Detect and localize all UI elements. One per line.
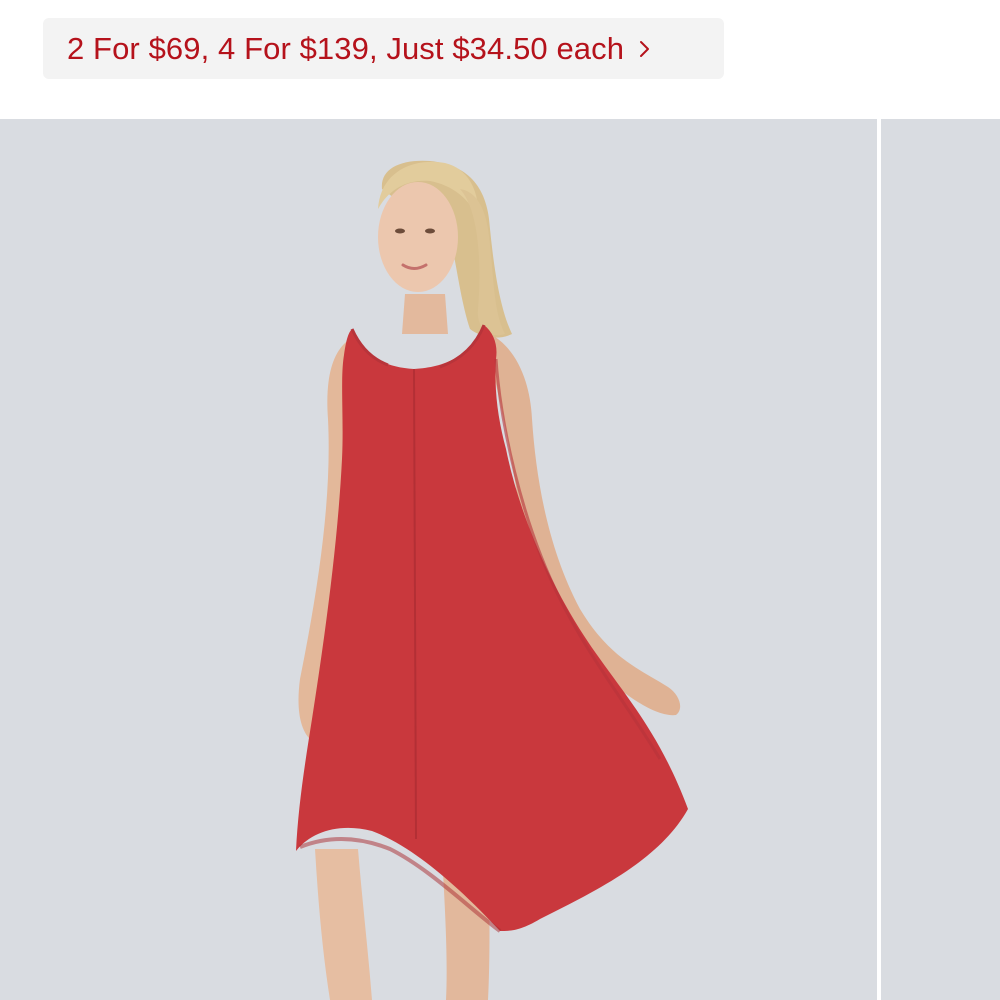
product-page: 2 For $69, 4 For $139, Just $34.50 each: [0, 0, 1000, 1000]
product-image: [296, 160, 688, 1000]
chevron-right-icon: [638, 38, 652, 60]
promo-banner[interactable]: 2 For $69, 4 For $139, Just $34.50 each: [43, 18, 724, 79]
product-image-slide-next[interactable]: [881, 119, 1000, 1000]
product-image-gallery[interactable]: [0, 119, 1000, 1000]
product-image-slide-main[interactable]: [0, 119, 877, 1000]
promo-text: 2 For $69, 4 For $139, Just $34.50 each: [67, 30, 625, 66]
